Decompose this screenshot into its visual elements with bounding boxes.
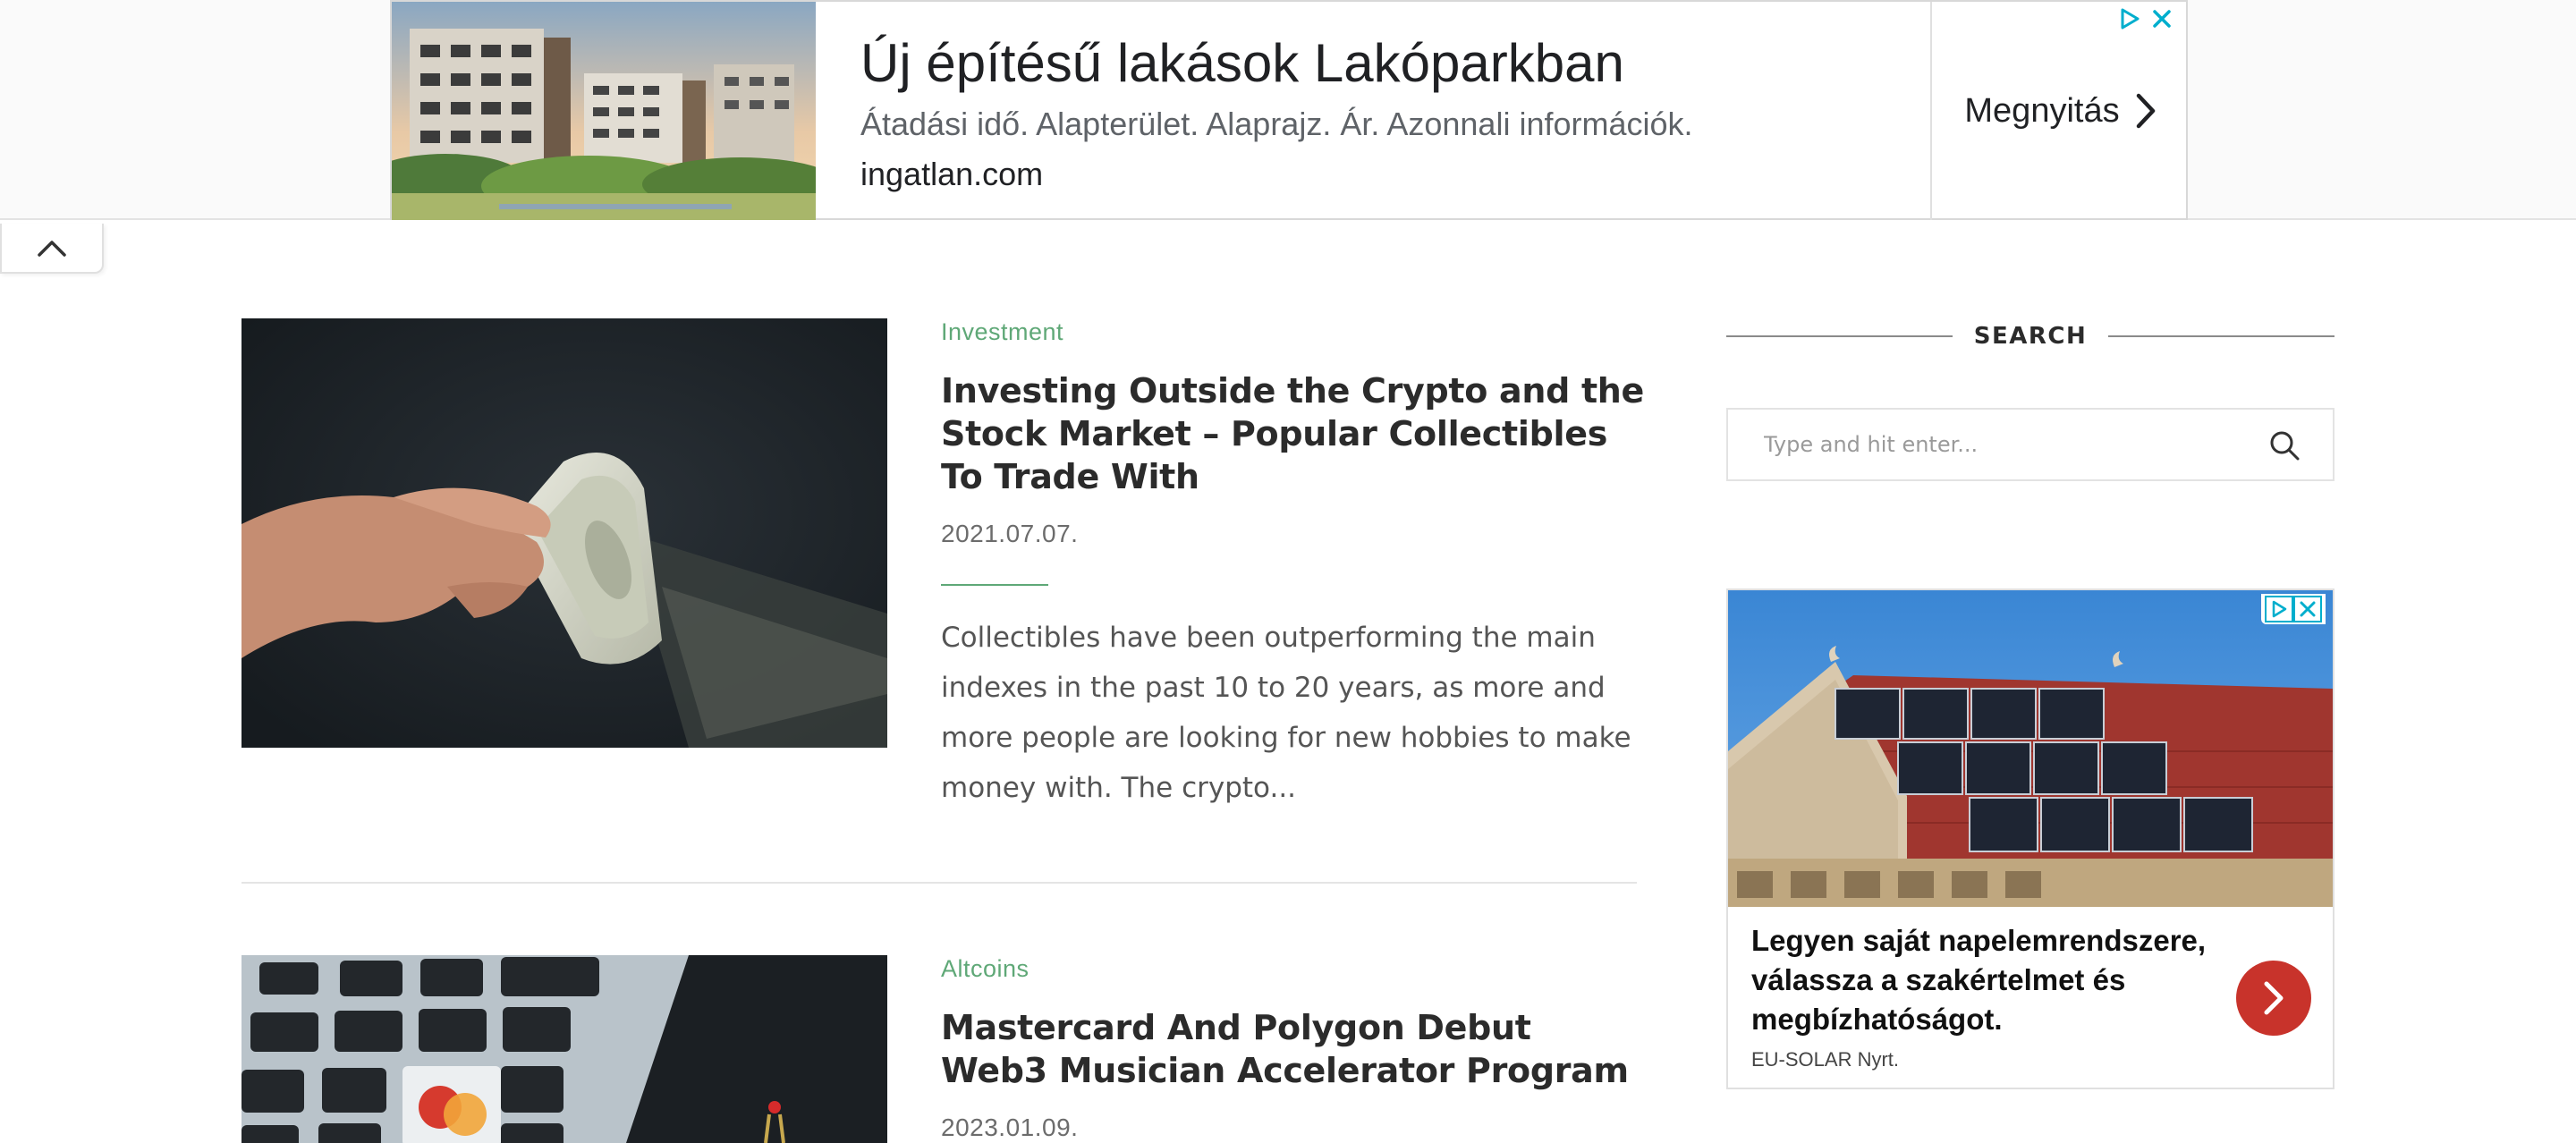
- chevron-right-icon: [2136, 93, 2155, 129]
- heading-rule-right: [2108, 335, 2335, 337]
- sidebar-ad-go-button[interactable]: [2236, 961, 2311, 1036]
- top-ad-open-label: Megnyitás: [1964, 91, 2120, 130]
- top-ad-title[interactable]: Új építésű lakások Lakóparkban: [860, 32, 1624, 94]
- top-ad-strip: Új építésű lakások Lakóparkban Átadási i…: [0, 0, 2576, 220]
- post-date: 2021.07.07.: [941, 520, 1079, 547]
- collapse-ad-button[interactable]: [0, 224, 104, 274]
- adchoices-icon[interactable]: [2265, 596, 2293, 622]
- heading-rule-left: [1726, 335, 1953, 337]
- chevron-up-icon: [38, 241, 66, 257]
- top-ad-description: Átadási idő. Alapterület. Alaprajz. Ár. …: [860, 106, 1693, 142]
- sidebar-ad-brand: EU-SOLAR Nyrt.: [1751, 1048, 1900, 1071]
- top-ad-banner[interactable]: Új építésű lakások Lakóparkban Átadási i…: [390, 0, 2188, 220]
- sidebar-ad-marks: [2261, 594, 2326, 624]
- search-input[interactable]: [1728, 410, 2265, 479]
- top-ad-text[interactable]: Új építésű lakások Lakóparkban Átadási i…: [816, 2, 1930, 220]
- top-ad-url[interactable]: ingatlan.com: [860, 156, 1043, 193]
- sidebar-ad[interactable]: Legyen saját napelemrendszere, válassza …: [1726, 588, 2334, 1089]
- post-thumbnail[interactable]: [242, 318, 887, 748]
- close-icon[interactable]: [2150, 7, 2174, 30]
- post-date: 2023.01.09.: [941, 1113, 1079, 1141]
- search-widget-heading: SEARCH: [1726, 318, 2335, 354]
- post-content: Investment Investing Outside the Crypto …: [941, 318, 1648, 813]
- search-form: [1726, 408, 2334, 481]
- adchoices-icon[interactable]: [2118, 7, 2141, 30]
- post-thumbnail[interactable]: [242, 955, 887, 1143]
- post-content: Altcoins Mastercard And Polygon Debut We…: [941, 955, 1648, 1142]
- top-ad-open-button[interactable]: Megnyitás: [1930, 2, 2188, 220]
- top-ad-image[interactable]: [392, 2, 816, 220]
- post-divider: [242, 882, 1637, 884]
- sidebar-ad-image[interactable]: [1728, 590, 2333, 907]
- post-title-link[interactable]: Investing Outside the Crypto and the Sto…: [941, 369, 1648, 498]
- top-ad-marks: [2118, 7, 2174, 30]
- post-excerpt: Collectibles have been outperforming the…: [941, 622, 1631, 804]
- post-category-link[interactable]: Altcoins: [941, 955, 1030, 983]
- post-category-link[interactable]: Investment: [941, 318, 1063, 346]
- search-widget-title: SEARCH: [1973, 323, 2088, 350]
- search-icon[interactable]: [2268, 429, 2301, 461]
- post-accent-rule: [941, 584, 1048, 586]
- sidebar-ad-title[interactable]: Legyen saját napelemrendszere, válassza …: [1751, 921, 2216, 1039]
- post-title-link[interactable]: Mastercard And Polygon Debut Web3 Musici…: [941, 1006, 1648, 1092]
- chevron-right-icon: [2264, 981, 2284, 1015]
- close-icon[interactable]: [2293, 596, 2322, 622]
